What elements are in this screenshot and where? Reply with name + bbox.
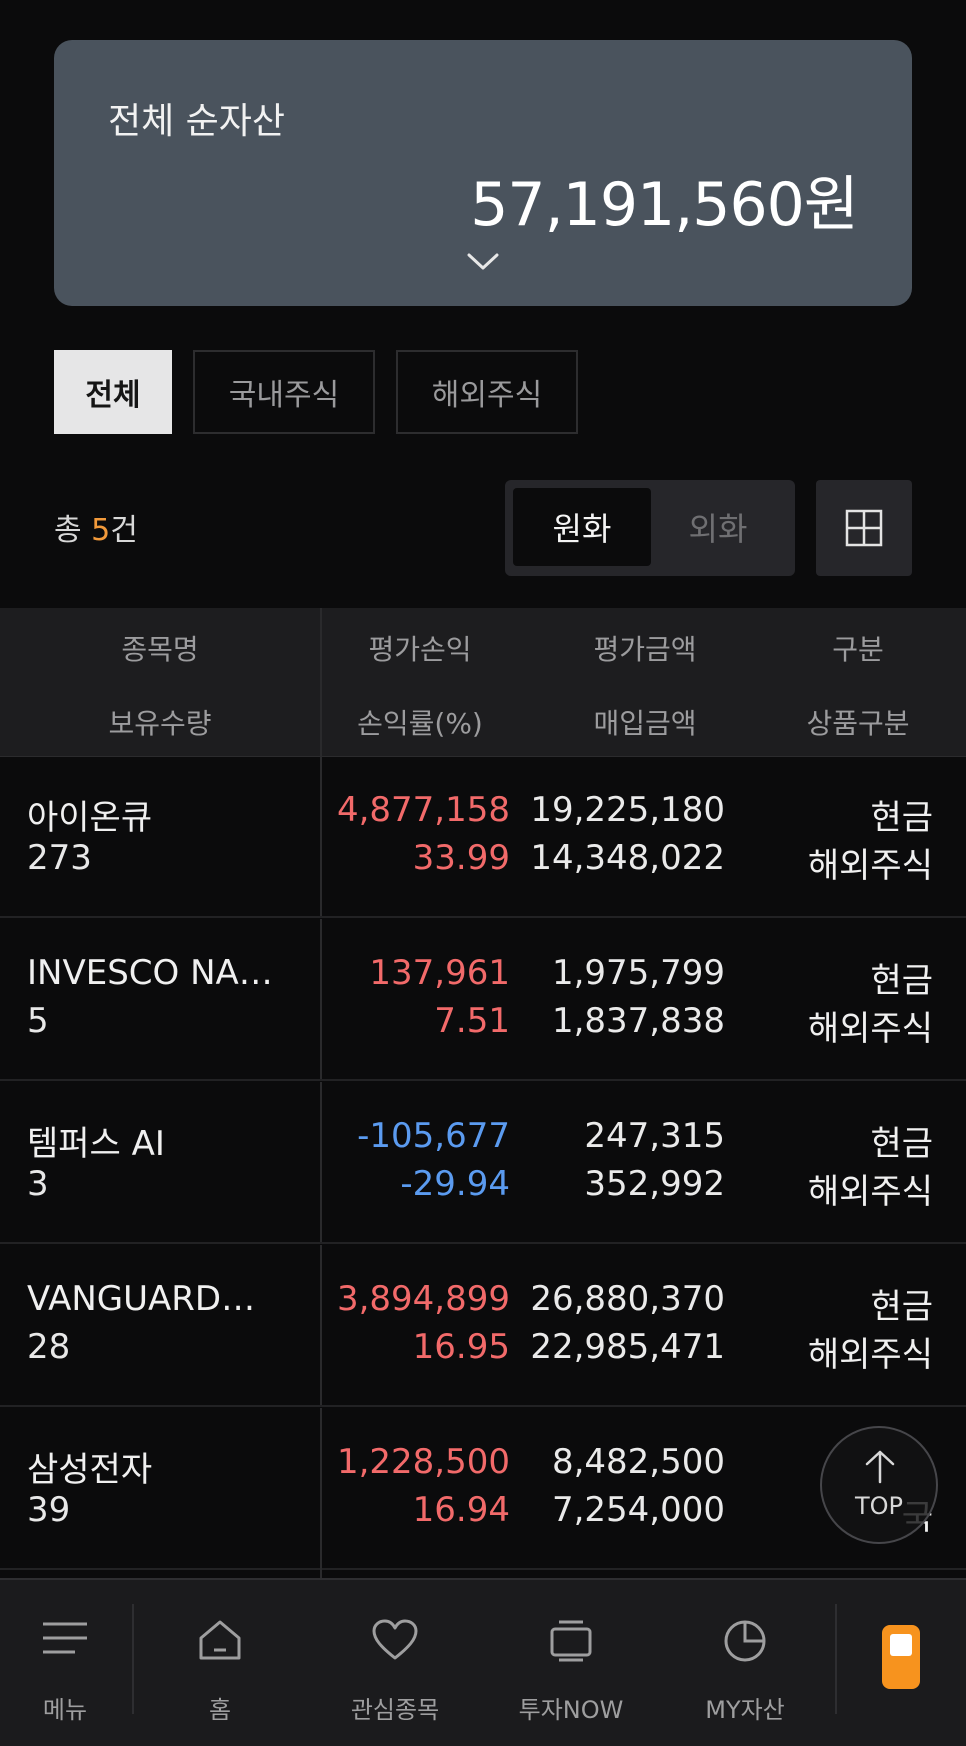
header-profit-loss: 평가손익 [368, 633, 472, 666]
profit-loss: 1,228,500 [336, 1442, 510, 1482]
purchase-amount: 14,348,022 [530, 838, 725, 878]
market-filter-tabs: 전체 국내주식 해외주식 [54, 350, 578, 434]
valuation-amount: 8,482,500 [551, 1442, 725, 1482]
product-category: 해외주식 [807, 846, 933, 886]
media-stack-icon [550, 1620, 592, 1662]
net-asset-amount: 57,191,560원 [470, 170, 859, 240]
valuation-amount: 247,315 [584, 1116, 725, 1156]
holding-type: 현금 [870, 798, 933, 838]
return-rate: 7.51 [434, 1001, 510, 1041]
stock-name: 아이온큐 [27, 798, 153, 838]
profit-loss: 4,877,158 [336, 790, 510, 830]
tab-domestic-stocks[interactable]: 국내주식 [193, 350, 375, 434]
return-rate: 16.94 [412, 1490, 510, 1530]
nav-watchlist-label: 관심종목 [350, 1696, 440, 1724]
nav-invest-now[interactable]: 투자NOW [506, 1580, 636, 1746]
menu-icon [43, 1622, 87, 1654]
stock-quantity: 28 [27, 1327, 71, 1367]
chevron-down-icon[interactable] [466, 252, 500, 272]
currency-krw-option[interactable]: 원화 [513, 488, 651, 566]
nav-invest-now-label: 투자NOW [518, 1696, 624, 1724]
home-icon [199, 1620, 241, 1660]
arrow-up-icon [865, 1450, 895, 1484]
profit-loss: -105,677 [357, 1116, 510, 1156]
header-return-rate: 손익률(%) [357, 707, 483, 740]
table-row[interactable]: 템퍼스 AI 3 -105,677 -29.94 247,315 352,992… [0, 1082, 966, 1244]
holdings-table-header: 종목명 평가손익 평가금액 구분 보유수량 손익률(%) 매입금액 상품구분 [0, 608, 966, 757]
purchase-amount: 352,992 [584, 1164, 725, 1204]
stock-name: VANGUARD… [27, 1279, 256, 1319]
grid-plus-icon [845, 509, 883, 547]
stock-name: 삼성전자 [27, 1450, 153, 1490]
header-quantity: 보유수량 [108, 707, 212, 740]
count-prefix: 총 [54, 513, 92, 548]
purchase-amount: 1,837,838 [551, 1001, 725, 1041]
profit-loss: 137,961 [369, 953, 510, 993]
product-category: 해외주식 [807, 1009, 933, 1049]
stock-name: 템퍼스 AI [27, 1124, 165, 1164]
return-rate: 33.99 [412, 838, 510, 878]
column-divider [320, 1245, 322, 1405]
scroll-top-label: TOP [854, 1492, 904, 1520]
column-divider [320, 756, 322, 916]
nav-menu-label: 메뉴 [42, 1696, 88, 1724]
table-row[interactable]: INVESCO NA… 5 137,961 7.51 1,975,799 1,8… [0, 919, 966, 1081]
nav-watchlist[interactable]: 관심종목 [330, 1580, 460, 1746]
currency-toggle: 원화 외화 [505, 480, 795, 576]
header-type: 구분 [832, 633, 884, 666]
tab-all[interactable]: 전체 [54, 350, 172, 434]
app-icon [882, 1625, 920, 1689]
net-asset-card[interactable]: 전체 순자산 57,191,560원 [54, 40, 912, 306]
scroll-top-button[interactable]: TOP [820, 1426, 938, 1544]
nav-my-assets[interactable]: MY자산 [680, 1580, 810, 1746]
product-category: 해외주식 [807, 1172, 933, 1212]
column-divider [320, 1408, 322, 1578]
currency-foreign-option[interactable]: 외화 [649, 488, 787, 566]
header-column-divider [320, 608, 322, 756]
pie-chart-icon [724, 1620, 766, 1662]
nav-my-assets-label: MY자산 [705, 1696, 785, 1724]
holding-type: 현금 [870, 1287, 933, 1327]
expand-view-button[interactable] [816, 480, 912, 576]
valuation-amount: 1,975,799 [551, 953, 725, 993]
count-number: 5 [91, 513, 111, 548]
holding-type: 현금 [870, 1124, 933, 1164]
heart-icon [372, 1619, 418, 1660]
stock-quantity: 273 [27, 838, 92, 878]
table-row[interactable]: 아이온큐 273 4,877,158 33.99 19,225,180 14,3… [0, 756, 966, 918]
nav-home[interactable]: 홈 [155, 1580, 285, 1746]
purchase-amount: 22,985,471 [530, 1327, 725, 1367]
net-asset-title: 전체 순자산 [108, 101, 286, 142]
nav-divider [132, 1604, 134, 1714]
header-product-category: 상품구분 [806, 707, 910, 740]
header-stock-name: 종목명 [121, 633, 199, 666]
return-rate: 16.95 [412, 1327, 510, 1367]
app-switch-button[interactable] [836, 1580, 966, 1746]
valuation-amount: 19,225,180 [530, 790, 725, 830]
purchase-amount: 7,254,000 [551, 1490, 725, 1530]
table-row[interactable]: VANGUARD… 28 3,894,899 16.95 26,880,370 … [0, 1245, 966, 1407]
stock-quantity: 3 [27, 1164, 49, 1204]
valuation-amount: 26,880,370 [530, 1279, 725, 1319]
stock-quantity: 5 [27, 1001, 49, 1041]
profit-loss: 3,894,899 [336, 1279, 510, 1319]
column-divider [320, 919, 322, 1079]
product-category: 해외주식 [807, 1335, 933, 1375]
header-purchase-amount: 매입금액 [593, 707, 697, 740]
stock-quantity: 39 [27, 1490, 71, 1530]
column-divider [320, 1082, 322, 1242]
nav-home-label: 홈 [208, 1696, 232, 1724]
nav-menu[interactable]: 메뉴 [0, 1580, 130, 1746]
holding-type: 현금 [870, 961, 933, 1001]
count-suffix: 건 [110, 513, 138, 548]
bottom-navigation: 메뉴 홈 관심종목 투자NOW MY자산 [0, 1578, 966, 1746]
header-valuation: 평가금액 [593, 633, 697, 666]
tab-overseas-stocks[interactable]: 해외주식 [396, 350, 578, 434]
stock-name: INVESCO NA… [27, 953, 273, 993]
holdings-count: 총 5건 [54, 505, 138, 549]
return-rate: -29.94 [400, 1164, 510, 1204]
